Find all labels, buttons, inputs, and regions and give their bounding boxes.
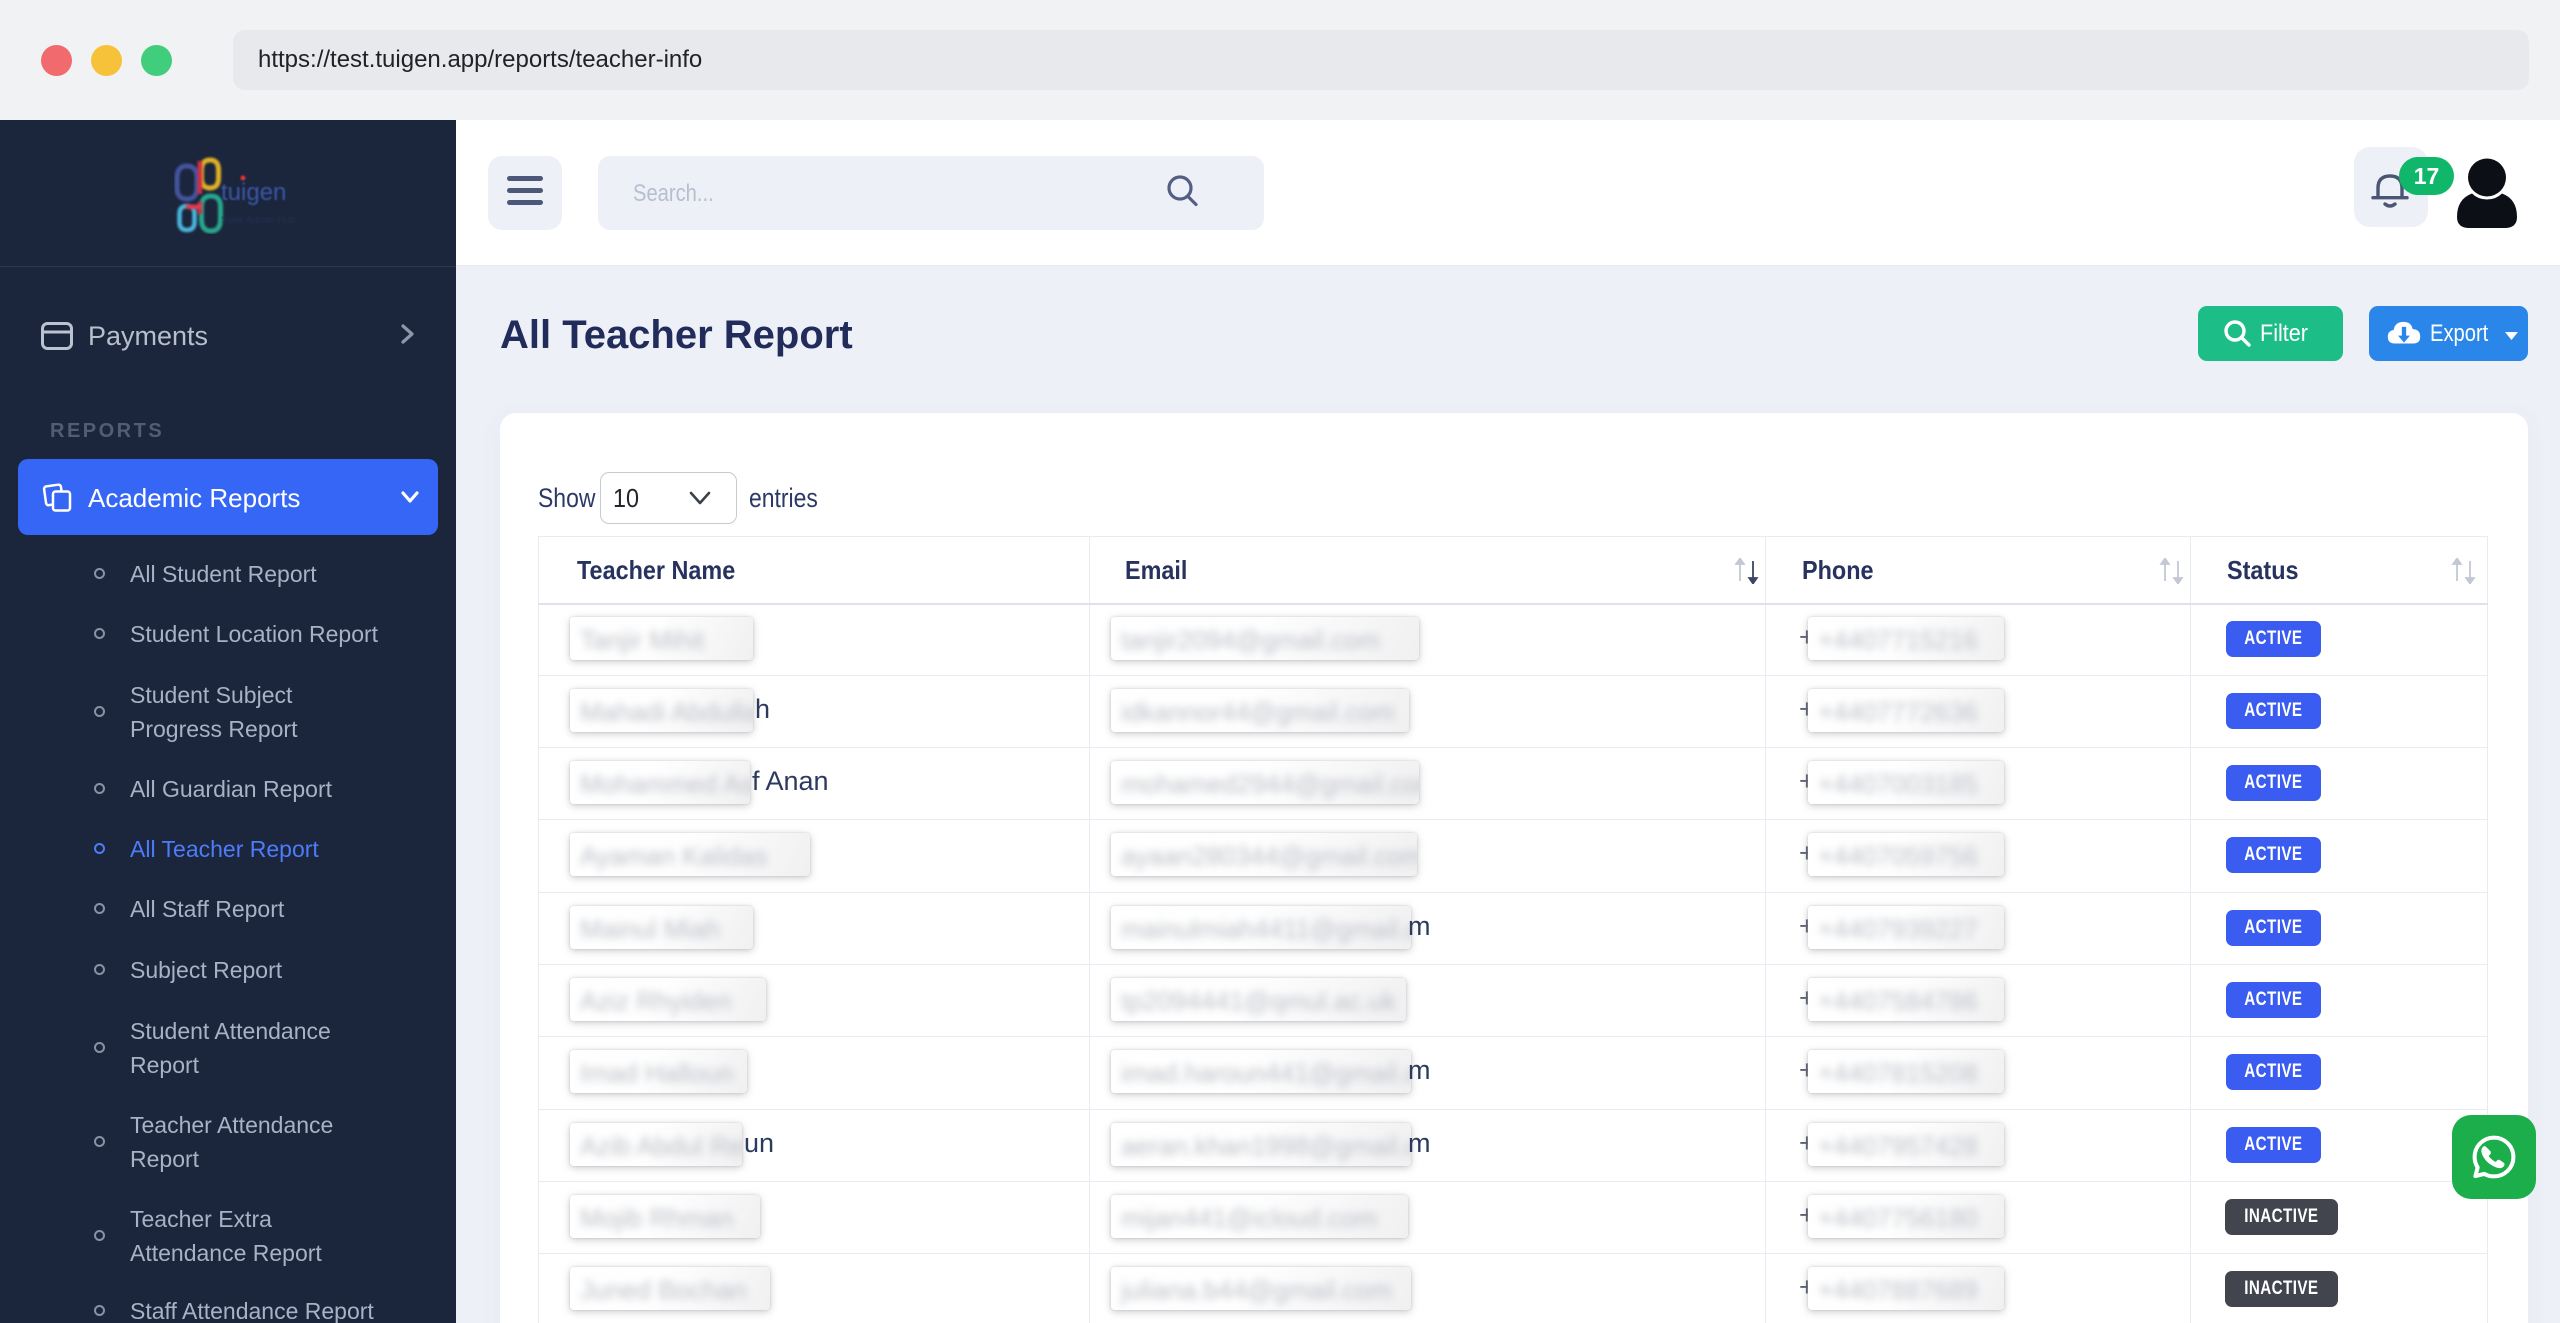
- svg-text:Sove Admin Hub: Sove Admin Hub: [221, 215, 296, 226]
- svg-text:tuigen: tuigen: [221, 179, 286, 206]
